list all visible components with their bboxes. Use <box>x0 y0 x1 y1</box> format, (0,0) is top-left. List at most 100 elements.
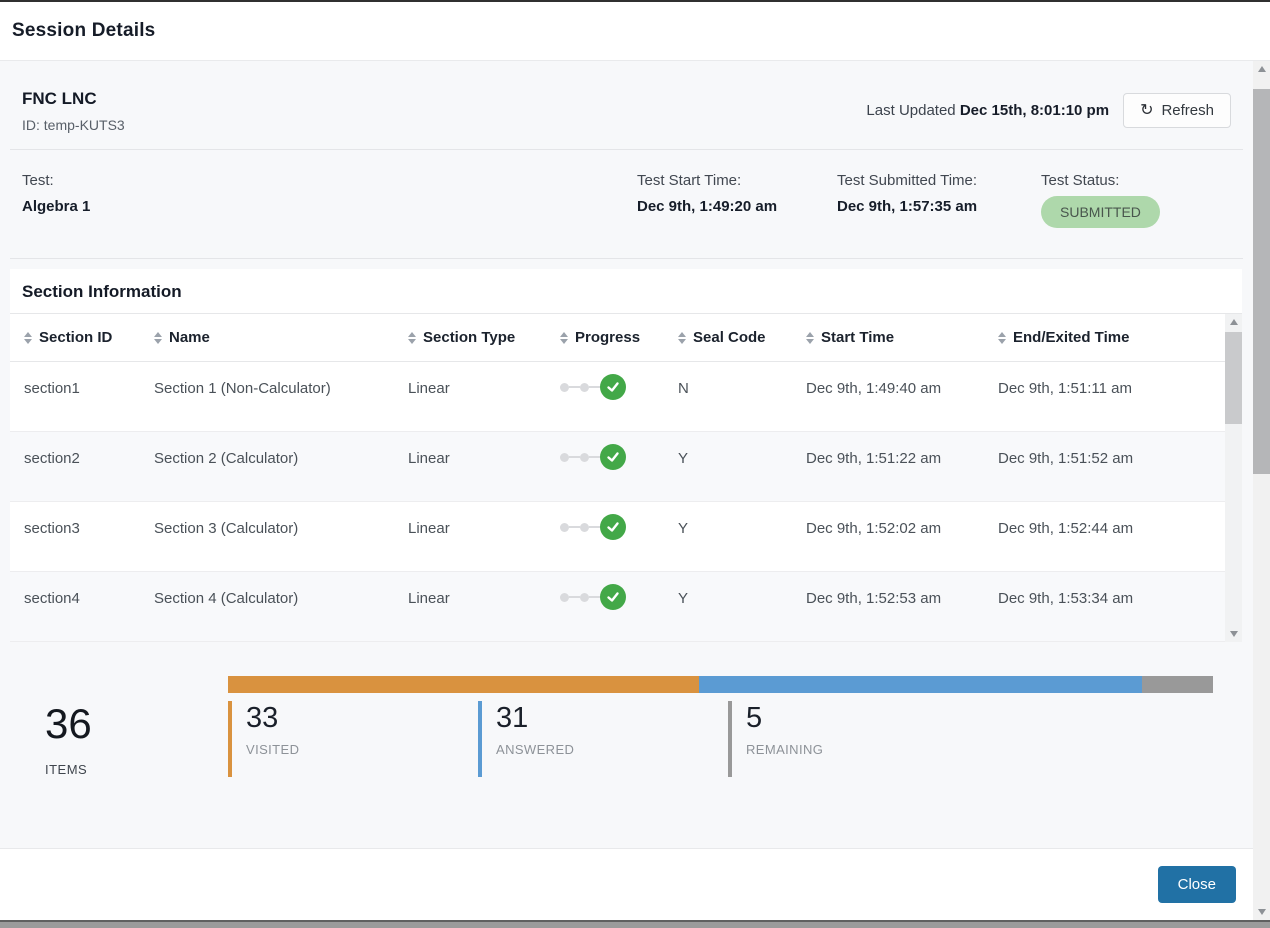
section-information-title: Section Information <box>10 269 1242 314</box>
last-updated: Last Updated Dec 15th, 8:01:10 pm <box>866 102 1109 119</box>
stat-remaining-label: REMAINING <box>746 742 978 757</box>
test-status-field: Test Status: SUBMITTED <box>1041 172 1231 228</box>
cell-seal-code: Y <box>678 520 806 571</box>
table-scrollbar[interactable] <box>1225 314 1242 642</box>
stat-items-label: ITEMS <box>45 762 228 777</box>
column-label: Seal Code <box>693 329 766 346</box>
table-row: section4 Section 4 (Calculator) Linear <box>10 572 1225 642</box>
cell-seal-code: Y <box>678 590 806 641</box>
progress-dot <box>560 593 569 602</box>
progress-line <box>569 596 580 598</box>
stat-visited-label: VISITED <box>246 742 478 757</box>
stat-items: 36 ITEMS <box>22 701 228 777</box>
check-icon <box>600 374 626 400</box>
stat-remaining-value: 5 <box>746 702 978 735</box>
sort-icon <box>560 332 568 344</box>
stat-answered-label: ANSWERED <box>496 742 728 757</box>
table-row: section2 Section 2 (Calculator) Linear <box>10 432 1225 502</box>
refresh-button[interactable]: ↻ Refresh <box>1123 93 1231 128</box>
table-row: section3 Section 3 (Calculator) Linear <box>10 502 1225 572</box>
horizontal-scrollbar[interactable] <box>0 920 1270 928</box>
cell-start-time: Dec 9th, 1:49:40 am <box>806 380 998 431</box>
page-scrollbar[interactable] <box>1253 61 1270 920</box>
column-header-start-time[interactable]: Start Time <box>806 329 998 346</box>
test-submitted-value: Dec 9th, 1:57:35 am <box>837 198 1041 215</box>
progress-line <box>569 386 580 388</box>
column-label: Section ID <box>39 329 112 346</box>
items-summary: 36 ITEMS 33 VISITED 31 ANSWERED 5 <box>0 642 1253 777</box>
close-button[interactable]: Close <box>1158 866 1236 903</box>
progress-complete-indicator <box>560 444 678 470</box>
cell-name: Section 3 (Calculator) <box>154 520 408 571</box>
cell-section-id: section3 <box>24 520 154 571</box>
stat-remaining: 5 REMAINING <box>728 701 978 777</box>
progress-dot <box>560 383 569 392</box>
cell-end-time: Dec 9th, 1:52:44 am <box>998 520 1225 571</box>
modal-header: Session Details <box>0 2 1270 61</box>
column-header-section-type[interactable]: Section Type <box>408 329 560 346</box>
column-header-section-id[interactable]: Section ID <box>24 329 154 346</box>
column-label: Progress <box>575 329 640 346</box>
column-header-end-time[interactable]: End/Exited Time <box>998 329 1225 346</box>
modal-body: FNC LNC ID: temp-KUTS3 Last Updated Dec … <box>0 61 1253 848</box>
scrollbar-track[interactable] <box>1253 77 1270 904</box>
table-header-row: Section ID Name Section Type Progress Se… <box>10 314 1225 362</box>
status-badge: SUBMITTED <box>1041 196 1160 228</box>
test-info-row: Test: Algebra 1 Test Start Time: Dec 9th… <box>0 150 1253 258</box>
progress-line <box>589 526 600 528</box>
scroll-up-icon[interactable] <box>1225 314 1242 330</box>
cell-name: Section 4 (Calculator) <box>154 590 408 641</box>
progress-complete-indicator <box>560 514 678 540</box>
sort-icon <box>678 332 686 344</box>
column-header-progress[interactable]: Progress <box>560 329 678 346</box>
check-icon <box>600 444 626 470</box>
refresh-label: Refresh <box>1161 102 1214 119</box>
cell-seal-code: N <box>678 380 806 431</box>
cell-start-time: Dec 9th, 1:52:02 am <box>806 520 998 571</box>
cell-end-time: Dec 9th, 1:53:34 am <box>998 590 1225 641</box>
cell-name: Section 1 (Non-Calculator) <box>154 380 408 431</box>
cell-progress <box>560 450 678 501</box>
items-progress-bar <box>228 676 1213 693</box>
column-header-seal-code[interactable]: Seal Code <box>678 329 806 346</box>
stat-answered: 31 ANSWERED <box>478 701 728 777</box>
test-label: Test: <box>22 172 637 189</box>
test-status-label: Test Status: <box>1041 172 1231 189</box>
modal-footer: Close <box>0 848 1253 920</box>
session-identity: FNC LNC ID: temp-KUTS3 <box>22 89 125 133</box>
bar-segment-answered <box>699 676 1142 693</box>
column-header-name[interactable]: Name <box>154 329 408 346</box>
column-label: Start Time <box>821 329 894 346</box>
scroll-up-icon[interactable] <box>1253 61 1270 77</box>
stat-visited-value: 33 <box>246 702 478 735</box>
cell-section-type: Linear <box>408 380 560 431</box>
column-label: Section Type <box>423 329 515 346</box>
section-information-card: Section Information Section ID Name Sect… <box>10 269 1242 642</box>
cell-section-type: Linear <box>408 520 560 571</box>
check-icon <box>600 514 626 540</box>
cell-section-id: section2 <box>24 450 154 501</box>
scrollbar-thumb[interactable] <box>1225 332 1242 424</box>
sort-icon <box>806 332 814 344</box>
session-head: FNC LNC ID: temp-KUTS3 Last Updated Dec … <box>0 61 1253 149</box>
modal-title: Session Details <box>12 20 155 42</box>
scroll-down-icon[interactable] <box>1253 904 1270 920</box>
cell-start-time: Dec 9th, 1:51:22 am <box>806 450 998 501</box>
progress-dot <box>580 453 589 462</box>
scrollbar-thumb[interactable] <box>1253 89 1270 474</box>
cell-progress <box>560 590 678 641</box>
test-name-field: Test: Algebra 1 <box>22 172 637 228</box>
column-label: Name <box>169 329 210 346</box>
test-start-field: Test Start Time: Dec 9th, 1:49:20 am <box>637 172 837 228</box>
cell-end-time: Dec 9th, 1:51:11 am <box>998 380 1225 431</box>
stat-answered-value: 31 <box>496 702 728 735</box>
progress-complete-indicator <box>560 584 678 610</box>
progress-line <box>589 456 600 458</box>
check-icon <box>600 584 626 610</box>
progress-line <box>589 596 600 598</box>
stat-visited: 33 VISITED <box>228 701 478 777</box>
progress-line <box>569 456 580 458</box>
scrollbar-track[interactable] <box>1225 330 1242 626</box>
progress-line <box>589 386 600 388</box>
scroll-down-icon[interactable] <box>1225 626 1242 642</box>
